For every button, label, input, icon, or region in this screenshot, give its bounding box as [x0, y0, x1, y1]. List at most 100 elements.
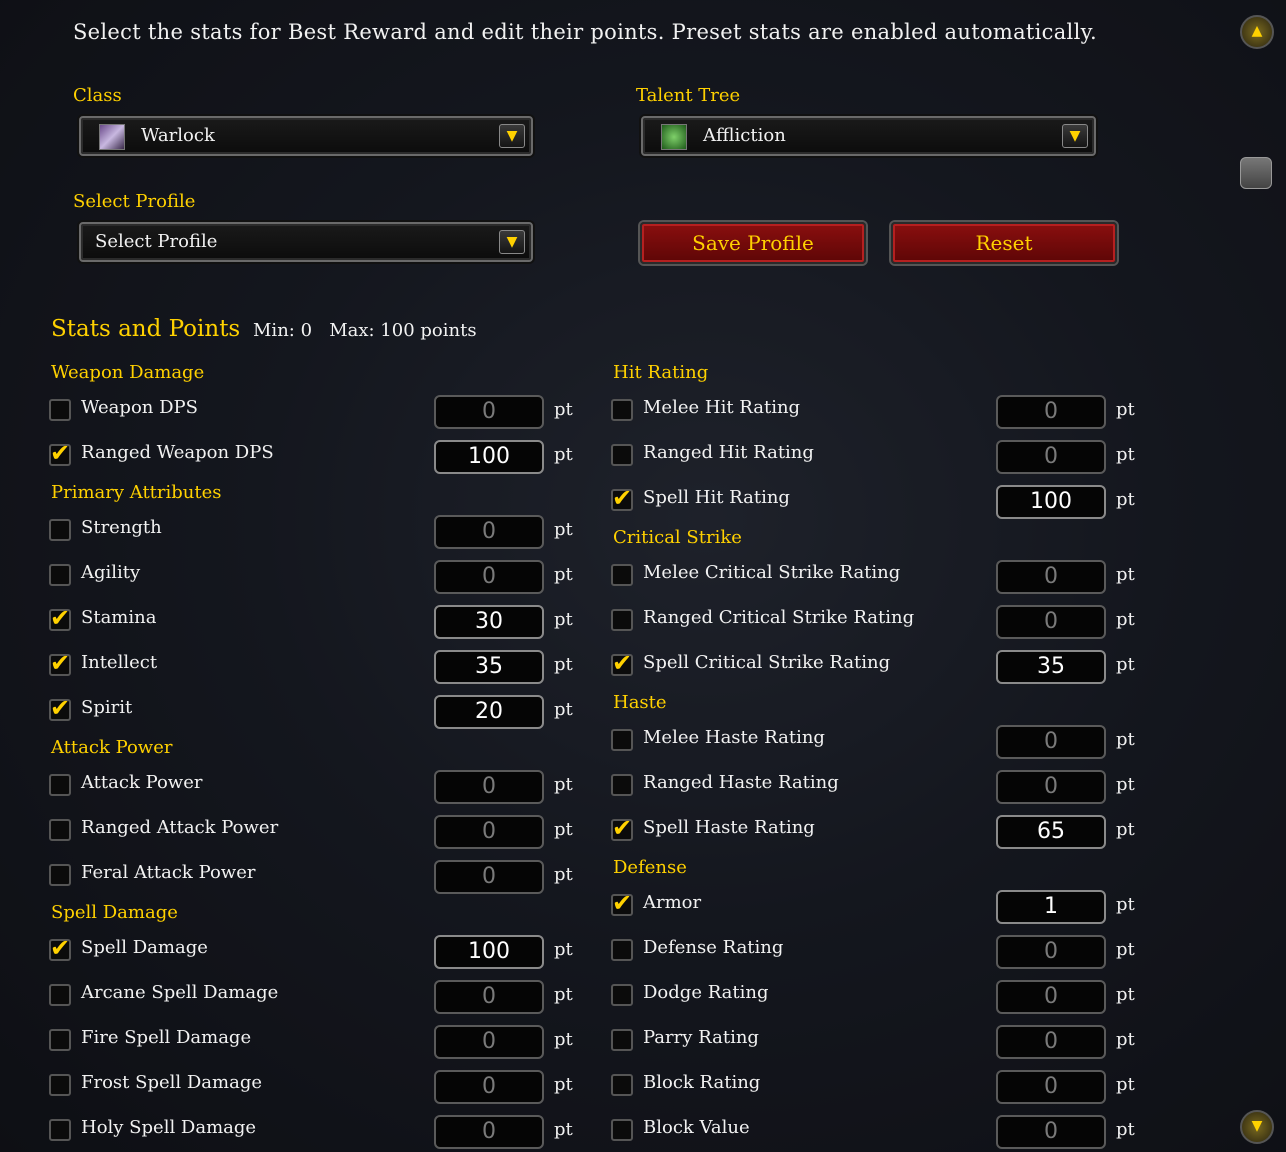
stat-row-spirit: ✔ Spirit 20 pt: [49, 694, 579, 731]
reset-button[interactable]: Reset: [891, 222, 1117, 264]
chevron-down-icon[interactable]: ▼: [1062, 124, 1088, 148]
talent-tree-dropdown[interactable]: Affliction ▼: [641, 116, 1096, 156]
stat-checkbox[interactable]: ✔: [611, 649, 633, 677]
stat-row-holy-spell-damage: Holy Spell Damage 0 pt: [49, 1115, 579, 1151]
stat-checkbox[interactable]: ✔: [611, 484, 633, 512]
stat-row-ranged-critical-strike-rating: Ranged Critical Strike Rating 0 pt: [611, 605, 1141, 641]
category-spell-damage: Spell Damage: [51, 902, 178, 923]
stat-points-input[interactable]: 0: [434, 1070, 544, 1104]
stat-checkbox[interactable]: ✔: [611, 814, 633, 842]
stat-points-input[interactable]: 0: [434, 980, 544, 1014]
stat-checkbox[interactable]: [611, 1119, 633, 1141]
stat-points-input[interactable]: 100: [434, 440, 544, 474]
points-unit: pt: [554, 1074, 573, 1095]
stat-checkbox[interactable]: ✔: [49, 934, 71, 962]
stat-row-feral-attack-power: Feral Attack Power 0 pt: [49, 860, 579, 896]
class-dropdown[interactable]: Warlock ▼: [79, 116, 533, 156]
stat-points-input[interactable]: 100: [434, 935, 544, 969]
stat-points-input[interactable]: 0: [996, 1115, 1106, 1149]
stat-points-input[interactable]: 0: [996, 935, 1106, 969]
stat-row-spell-hit-rating: ✔ Spell Hit Rating 100 pt: [611, 484, 1141, 521]
stat-points-input[interactable]: 65: [996, 815, 1106, 849]
stat-points-input[interactable]: 0: [434, 395, 544, 429]
stat-points-input[interactable]: 0: [434, 770, 544, 804]
chevron-down-icon[interactable]: ▼: [499, 124, 525, 148]
stat-row-intellect: ✔ Intellect 35 pt: [49, 649, 579, 686]
stat-points-input[interactable]: 0: [996, 1025, 1106, 1059]
stat-row-strength: Strength 0 pt: [49, 515, 579, 551]
stat-checkbox[interactable]: [49, 1074, 71, 1096]
stat-checkbox[interactable]: [611, 399, 633, 421]
checkmark-icon: ✔: [612, 484, 633, 512]
stat-points-input[interactable]: 0: [996, 440, 1106, 474]
stat-points-input[interactable]: 0: [434, 1025, 544, 1059]
stat-checkbox[interactable]: [611, 444, 633, 466]
stat-points-input[interactable]: 0: [434, 860, 544, 894]
stat-checkbox[interactable]: [49, 519, 71, 541]
stat-checkbox[interactable]: [611, 984, 633, 1006]
stat-label: Armor: [643, 892, 702, 913]
stat-label: Agility: [81, 562, 141, 583]
stat-points-input[interactable]: 0: [996, 1070, 1106, 1104]
stat-label: Spirit: [81, 697, 133, 718]
scroll-down-button[interactable]: ▼: [1240, 1110, 1274, 1144]
stat-label: Frost Spell Damage: [81, 1072, 263, 1093]
stat-row-fire-spell-damage: Fire Spell Damage 0 pt: [49, 1025, 579, 1061]
stat-points-input[interactable]: 0: [996, 605, 1106, 639]
stat-points-input[interactable]: 20: [434, 695, 544, 729]
points-unit: pt: [554, 864, 573, 885]
stat-points-input[interactable]: 1: [996, 890, 1106, 924]
stat-checkbox[interactable]: ✔: [49, 694, 71, 722]
checkmark-icon: ✔: [50, 439, 71, 467]
save-profile-button[interactable]: Save Profile: [640, 222, 866, 264]
stat-row-stamina: ✔ Stamina 30 pt: [49, 604, 579, 641]
stat-points-input[interactable]: 0: [434, 1115, 544, 1149]
points-unit: pt: [554, 519, 573, 540]
stat-points-input[interactable]: 35: [434, 650, 544, 684]
category-critical-strike: Critical Strike: [613, 527, 742, 548]
stat-checkbox[interactable]: [49, 819, 71, 841]
stat-points-input[interactable]: 0: [996, 980, 1106, 1014]
stat-checkbox[interactable]: [611, 564, 633, 586]
stat-checkbox[interactable]: ✔: [49, 439, 71, 467]
stat-checkbox[interactable]: [49, 984, 71, 1006]
stat-label: Weapon DPS: [81, 397, 198, 418]
stat-points-input[interactable]: 0: [434, 815, 544, 849]
points-unit: pt: [554, 939, 573, 960]
stat-checkbox[interactable]: [611, 729, 633, 751]
stat-points-input[interactable]: 0: [996, 395, 1106, 429]
stat-checkbox[interactable]: [49, 1029, 71, 1051]
stat-checkbox[interactable]: ✔: [611, 889, 633, 917]
stat-checkbox[interactable]: [611, 1029, 633, 1051]
stat-checkbox[interactable]: [49, 864, 71, 886]
stat-checkbox[interactable]: [49, 774, 71, 796]
stat-checkbox[interactable]: [611, 609, 633, 631]
stat-checkbox[interactable]: [49, 1119, 71, 1141]
scrollbar-thumb[interactable]: [1240, 157, 1272, 189]
stat-points-input[interactable]: 0: [434, 560, 544, 594]
stat-points-input[interactable]: 0: [996, 560, 1106, 594]
stat-checkbox[interactable]: [49, 399, 71, 421]
stat-points-input[interactable]: 30: [434, 605, 544, 639]
stat-checkbox[interactable]: [611, 1074, 633, 1096]
scroll-up-button[interactable]: ▲: [1240, 15, 1274, 49]
stat-points-input[interactable]: 0: [996, 725, 1106, 759]
stat-points-input[interactable]: 0: [996, 770, 1106, 804]
stat-checkbox[interactable]: ✔: [49, 604, 71, 632]
checkmark-icon: ✔: [50, 604, 71, 632]
stat-row-attack-power: Attack Power 0 pt: [49, 770, 579, 806]
stat-checkbox[interactable]: [611, 774, 633, 796]
stat-checkbox[interactable]: [611, 939, 633, 961]
stat-label: Block Value: [643, 1117, 750, 1138]
stat-checkbox[interactable]: [49, 564, 71, 586]
stat-row-agility: Agility 0 pt: [49, 560, 579, 596]
stat-points-input[interactable]: 0: [434, 515, 544, 549]
stat-points-input[interactable]: 35: [996, 650, 1106, 684]
profile-dropdown[interactable]: Select Profile ▼: [79, 222, 533, 262]
stat-row-parry-rating: Parry Rating 0 pt: [611, 1025, 1141, 1061]
stat-label: Dodge Rating: [643, 982, 769, 1003]
category-haste: Haste: [613, 692, 667, 713]
stat-checkbox[interactable]: ✔: [49, 649, 71, 677]
stat-points-input[interactable]: 100: [996, 485, 1106, 519]
chevron-down-icon[interactable]: ▼: [499, 230, 525, 254]
